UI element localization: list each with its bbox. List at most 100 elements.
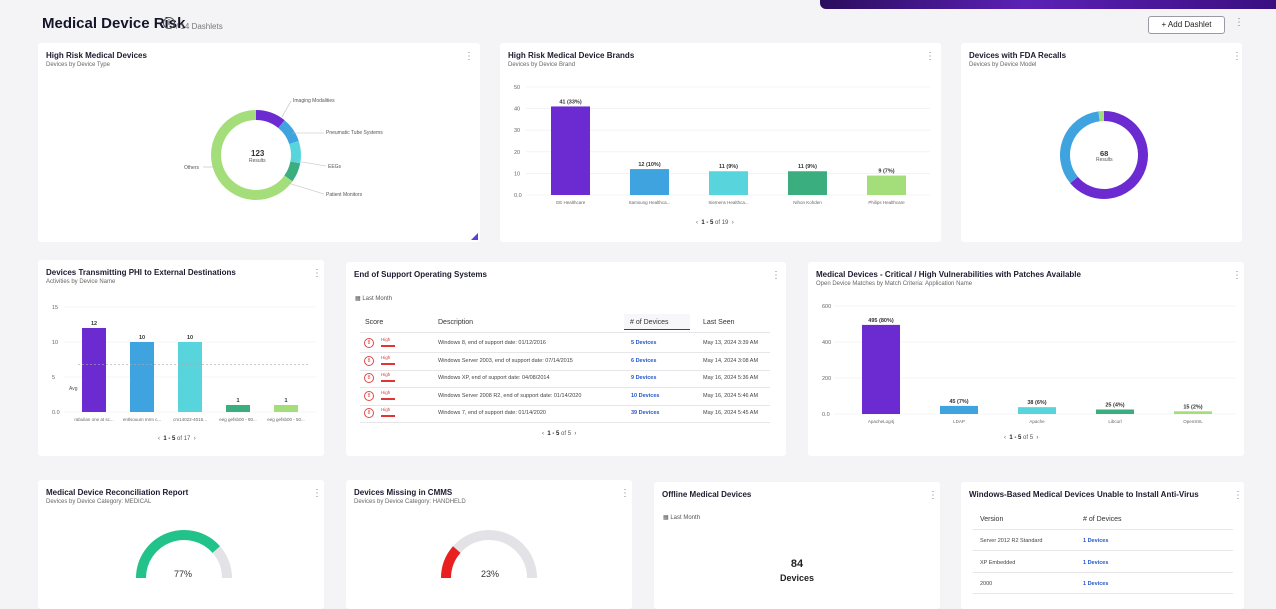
x-tick-label: GE Healthcare <box>556 200 586 205</box>
row-devices-link[interactable]: 5 Devices <box>631 340 656 346</box>
legend-label-others: Others <box>184 165 200 171</box>
dashlet-vulnerabilities: Medical Devices - Critical / High Vulner… <box>808 262 1244 456</box>
y-tick-label: 0.0 <box>52 410 60 416</box>
period-filter[interactable]: ▦ Last Month <box>355 295 392 302</box>
page-menu-icon[interactable]: ⋮ <box>1234 17 1244 28</box>
bar <box>1096 409 1134 414</box>
row-last-seen: May 16, 2024 5:45 AM <box>703 410 759 416</box>
bar-chart: 15 10 5 0.0 12 rabulian one at sc... 10 entlsou… <box>52 305 316 422</box>
pagination-prev[interactable]: ‹ <box>542 431 544 437</box>
row-last-seen: May 16, 2024 5:46 AM <box>703 392 759 399</box>
row-divider <box>360 422 770 423</box>
legend-label-imaging: Imaging Modalities <box>293 98 335 104</box>
pagination-prev[interactable]: ‹ <box>696 220 698 226</box>
pagination-range: 1 - 5 <box>1009 435 1022 441</box>
severity-label: High <box>381 354 391 360</box>
bar <box>940 405 978 414</box>
pagination-next[interactable]: › <box>732 220 734 226</box>
data-label: 45 (7%) <box>949 399 968 405</box>
period-label: Last Month <box>670 515 701 521</box>
x-tick-label: entlsouum mrm c... <box>123 417 161 422</box>
pagination-next[interactable]: › <box>1036 435 1038 441</box>
y-tick-label: 30 <box>514 128 520 134</box>
column-header-score[interactable]: Score <box>365 319 383 326</box>
row-divider <box>973 550 1233 551</box>
pagination-prev[interactable]: ‹ <box>158 436 160 442</box>
offline-unit: Devices <box>779 573 815 583</box>
row-devices-link[interactable]: 1 Devices <box>1083 560 1108 566</box>
dashlet-offline: Offline Medical Devices ⋮ ▦ Last Month 8… <box>654 482 940 609</box>
pagination-prev[interactable]: ‹ <box>1004 435 1006 441</box>
row-devices-link[interactable]: 1 Devices <box>1083 538 1108 544</box>
bar <box>274 405 298 412</box>
y-tick-label: 200 <box>822 376 831 382</box>
row-devices-link[interactable]: 1 Devices <box>1083 581 1108 587</box>
donut-slice <box>1060 111 1100 184</box>
row-devices-link[interactable]: 9 Devices <box>631 375 656 381</box>
row-version: Server 2012 R2 Standard <box>980 538 1043 544</box>
legend-label-pneumatic: Pneumatic Tube Systems <box>326 130 383 136</box>
offline-count[interactable]: 84 <box>654 558 940 570</box>
donut-chart <box>203 100 327 200</box>
dashlet-menu-icon[interactable]: ⋮ <box>1233 490 1243 501</box>
bar <box>1018 407 1056 414</box>
x-tick-label: LDAP <box>953 419 965 424</box>
dashlet-phi-transmit: Devices Transmitting PHI to External Des… <box>38 260 324 456</box>
row-devices-link[interactable]: 39 Devices <box>631 410 659 416</box>
bar <box>630 169 669 195</box>
row-devices-link[interactable]: 6 Devices <box>631 358 656 364</box>
column-header-devices[interactable]: # of Devices <box>1083 516 1122 523</box>
resize-handle-icon[interactable] <box>471 233 478 240</box>
bar-chart: 50 40 30 20 10 0.0 41 (33%) GE Healthcare 12 (10… <box>514 85 930 205</box>
severity-bar <box>381 362 395 365</box>
x-tick-label: eeg gefsb00 - 80... <box>219 417 257 422</box>
data-label: 15 (2%) <box>1183 404 1202 410</box>
pagination-range: 1 - 5 <box>701 220 714 226</box>
average-line-label: Avg <box>69 386 78 392</box>
y-tick-label: 0.0 <box>514 193 522 199</box>
column-header-description[interactable]: Description <box>438 319 473 326</box>
dashlet-high-risk-brands: High Risk Medical Device Brands Devices … <box>500 43 941 242</box>
x-tick-label: eeg gefsb00 - 50... <box>267 417 305 422</box>
period-filter[interactable]: ▦ Last Month <box>663 514 700 521</box>
row-description: Windows Server 2003, end of support date… <box>438 357 573 364</box>
column-header-devices[interactable]: # of Devices <box>630 319 669 326</box>
severity-label: High <box>381 372 391 377</box>
column-header-last-seen[interactable]: Last Seen <box>703 319 735 326</box>
legend-label-patient-monitors: Patient Monitors <box>326 192 363 198</box>
pagination-next[interactable]: › <box>194 436 196 442</box>
donut-slice <box>255 110 285 129</box>
donut-slice <box>284 161 301 182</box>
donut-slice <box>1070 111 1148 199</box>
data-label: 25 (4%) <box>1105 403 1124 409</box>
row-description: Windows Server 2008 R2, end of support d… <box>438 392 582 399</box>
data-label: 41 (33%) <box>559 99 581 105</box>
data-label: 11 (9%) <box>798 164 817 170</box>
dashlet-high-risk-devices: High Risk Medical Devices Devices by Dev… <box>38 43 480 242</box>
bar <box>709 171 748 195</box>
severity-label: High <box>381 337 391 342</box>
data-label: 495 (80%) <box>868 318 894 324</box>
data-label: 12 (10%) <box>638 162 660 168</box>
dashlet-menu-icon[interactable]: ⋮ <box>928 490 938 501</box>
pagination: ‹ 1 - 5 of 19 › <box>696 220 734 226</box>
donut-slice <box>289 141 301 164</box>
x-tick-label: Libcurl <box>1108 419 1121 424</box>
pagination-total: of 5 <box>1023 435 1034 441</box>
row-version: 2000 <box>980 581 993 587</box>
pagination: ‹ 1 - 5 of 5 › <box>1004 435 1038 441</box>
pagination: ‹ 1 - 5 of 17 › <box>158 436 196 442</box>
dashlet-title: End of Support Operating Systems <box>354 270 487 279</box>
info-icon[interactable]: i <box>163 17 175 29</box>
column-header-version[interactable]: Version <box>980 516 1003 523</box>
pagination-range: 1 - 5 <box>547 431 560 437</box>
add-dashlet-button[interactable]: + Add Dashlet <box>1148 16 1225 34</box>
pagination-next[interactable]: › <box>574 431 576 437</box>
bar <box>1174 411 1212 414</box>
brand-banner <box>820 0 1276 9</box>
gauge-chart <box>136 530 232 579</box>
dashlet-menu-icon[interactable]: ⋮ <box>771 270 781 281</box>
dashlet-fda-recalls: Devices with FDA Recalls Devices by Devi… <box>961 43 1242 242</box>
row-devices-link[interactable]: 10 Devices <box>631 393 659 399</box>
dashlet-title: Windows-Based Medical Devices Unable to … <box>969 490 1199 499</box>
